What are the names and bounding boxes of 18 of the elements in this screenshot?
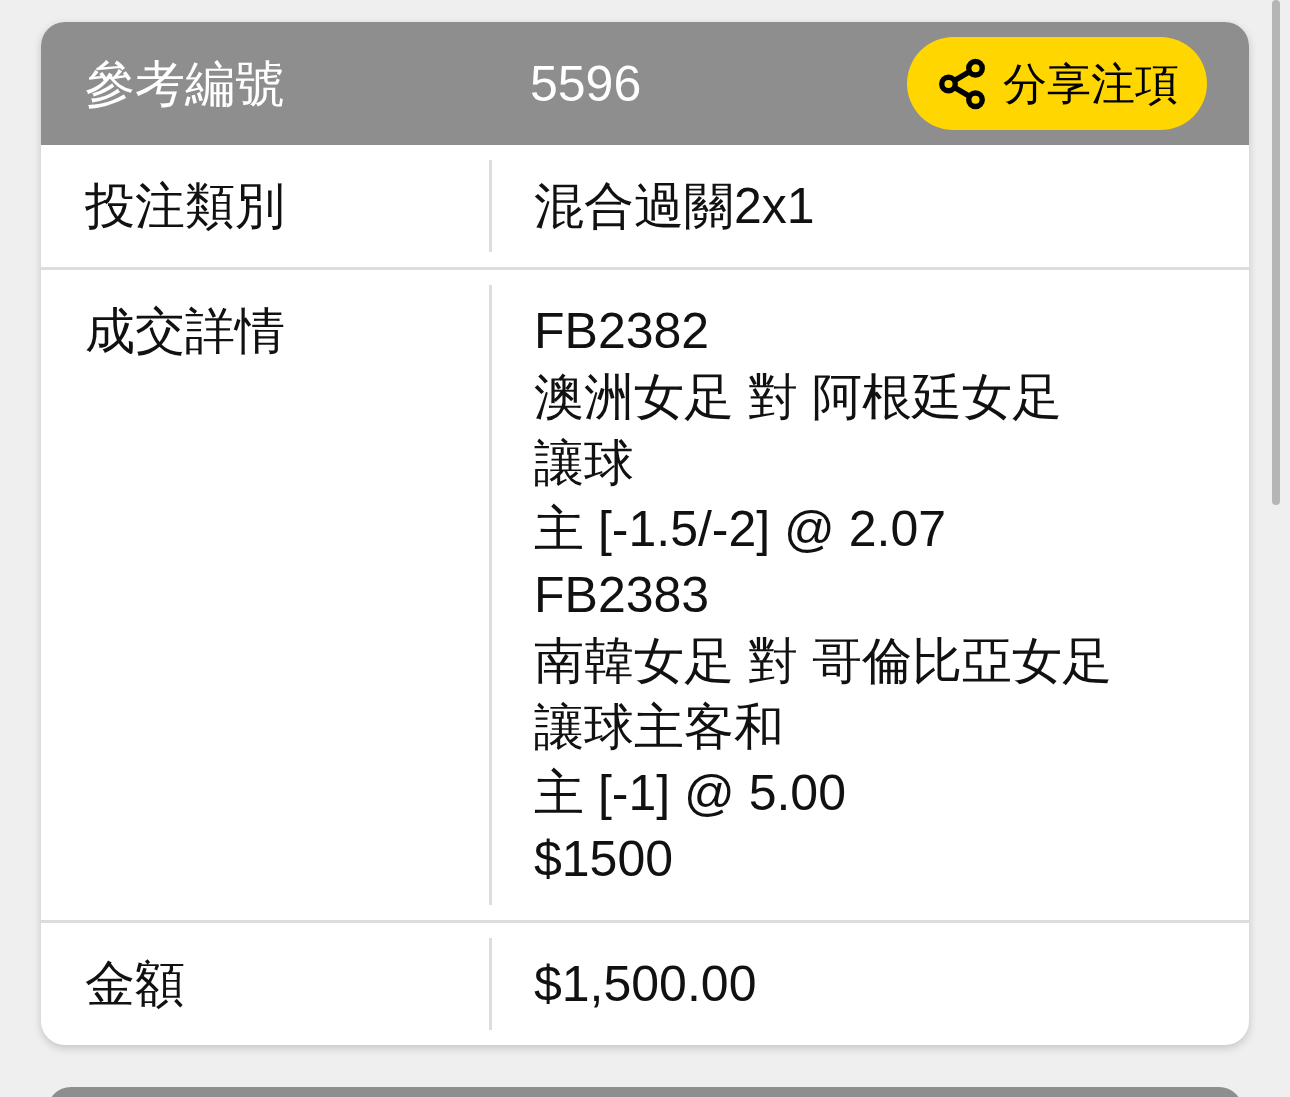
field-label: 投注類別 (84, 177, 286, 236)
field-value: 主 [-1.5/-2] @ 2.07 (534, 500, 947, 559)
field-value: 南韓女足 對 哥倫比亞女足 (534, 632, 1112, 691)
field-label: 成交詳情 (84, 302, 286, 361)
share-button[interactable]: 分享注項 (907, 37, 1207, 130)
reference-label: 參考編號 (84, 54, 286, 114)
reference-number: 5596 (529, 54, 643, 114)
field-value: FB2383 (534, 566, 710, 625)
field-label: 金額 (84, 955, 186, 1014)
field-value: 澳洲女足 對 阿根廷女足 (534, 368, 1062, 427)
field-value: 讓球 (534, 434, 634, 493)
field-value: 讓球主客和 (534, 698, 784, 757)
field-value: $1,500.00 (534, 955, 757, 1014)
scrollbar[interactable] (1272, 0, 1280, 505)
field-value: 混合過關2x1 (534, 177, 815, 236)
field-value: 主 [-1] @ 5.00 (534, 764, 846, 823)
field-value: FB2382 (534, 302, 710, 361)
field-value: $1500 (534, 830, 674, 889)
